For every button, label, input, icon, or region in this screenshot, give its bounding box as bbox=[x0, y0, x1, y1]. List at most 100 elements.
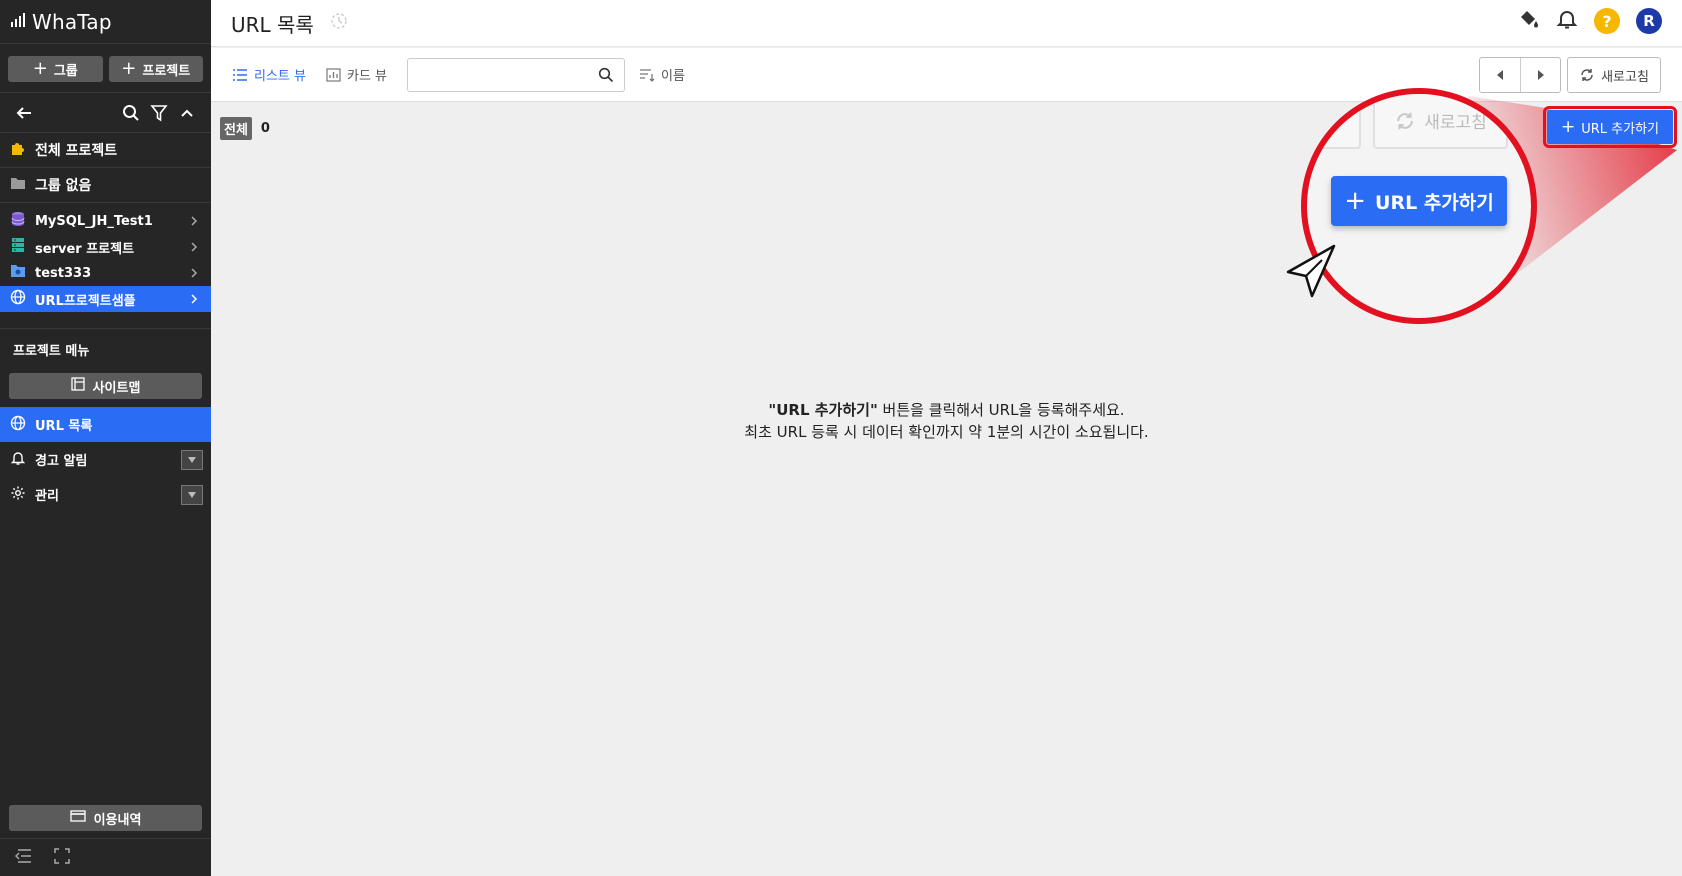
paint-bucket-icon[interactable] bbox=[1518, 8, 1540, 34]
chevron-right-icon bbox=[191, 242, 198, 252]
avatar[interactable]: R bbox=[1636, 8, 1662, 34]
caret-down-icon bbox=[188, 456, 196, 463]
project-name: server 프로젝트 bbox=[35, 241, 135, 257]
plus-icon: + bbox=[121, 58, 137, 79]
refresh-icon bbox=[1581, 69, 1593, 81]
chevron-up-icon[interactable] bbox=[173, 99, 201, 127]
sitemap-button[interactable]: 사이트맵 bbox=[9, 373, 202, 399]
globe-icon bbox=[10, 289, 26, 309]
caret-down-icon bbox=[188, 491, 196, 498]
whatap-logo-icon bbox=[10, 12, 26, 32]
plus-icon: + bbox=[1344, 186, 1367, 216]
caret-right-icon bbox=[1537, 70, 1544, 80]
next-page-button[interactable] bbox=[1520, 58, 1560, 92]
fullscreen-icon[interactable] bbox=[54, 847, 70, 868]
project-menu-title: 프로젝트 메뉴 bbox=[13, 343, 90, 359]
sitemap-label: 사이트맵 bbox=[92, 380, 141, 396]
usage-label: 이용내역 bbox=[93, 812, 142, 828]
menu-item-alerts[interactable]: 경고 알림 bbox=[0, 442, 211, 477]
total-badge: 전체 bbox=[220, 117, 252, 140]
zoom-refresh-label: 새로고침 bbox=[1424, 113, 1487, 133]
project-item-mysql[interactable]: MySQL_JH_Test1 bbox=[0, 208, 211, 234]
empty-line-1-text: 버튼을 클릭해서 URL을 등록해주세요. bbox=[877, 401, 1125, 419]
history-icon[interactable] bbox=[330, 12, 348, 34]
brand[interactable]: WhaTap bbox=[0, 0, 211, 44]
list-view-tab[interactable]: 리스트 뷰 bbox=[232, 65, 306, 84]
menu-item-manage[interactable]: 관리 bbox=[0, 477, 211, 512]
no-group-label: 그룹 없음 bbox=[35, 178, 92, 194]
folder-icon bbox=[10, 176, 26, 194]
empty-bold: "URL 추가하기" bbox=[768, 401, 878, 419]
caret-left-icon bbox=[1497, 70, 1503, 80]
total-count: 0 bbox=[260, 121, 270, 136]
database-icon bbox=[10, 211, 26, 231]
card-view-tab[interactable]: 카드 뷰 bbox=[326, 65, 387, 84]
add-url-label: URL 추가하기 bbox=[1581, 121, 1659, 137]
back-arrow-icon[interactable] bbox=[10, 99, 38, 127]
page-header: URL 목록 ? R bbox=[211, 0, 1682, 47]
project-item-test333[interactable]: test333 bbox=[0, 260, 211, 286]
zoom-pager-fragment bbox=[1307, 94, 1361, 149]
list-view-label: 리스트 뷰 bbox=[254, 69, 306, 84]
add-group-button[interactable]: + 그룹 bbox=[8, 56, 103, 82]
project-list: MySQL_JH_Test1 server 프로젝트 test333 URL프로… bbox=[0, 203, 211, 329]
filter-icon[interactable] bbox=[145, 99, 173, 127]
collapse-sidebar-icon[interactable] bbox=[14, 848, 32, 867]
zoom-refresh-button: 새로고침 bbox=[1373, 94, 1508, 149]
all-projects-label: 전체 프로젝트 bbox=[35, 143, 118, 159]
chevron-right-icon bbox=[191, 268, 198, 278]
expand-dropdown[interactable] bbox=[181, 484, 203, 505]
credit-card-icon bbox=[69, 810, 86, 826]
pager bbox=[1479, 57, 1561, 93]
search-icon[interactable] bbox=[598, 67, 614, 83]
add-project-button[interactable]: + 프로젝트 bbox=[108, 56, 203, 82]
zoom-add-url-button: + URL 추가하기 bbox=[1331, 176, 1507, 226]
gear-icon bbox=[10, 485, 26, 505]
sort-icon bbox=[640, 68, 655, 82]
project-name: test333 bbox=[35, 265, 92, 281]
sort-label: 이름 bbox=[661, 69, 685, 84]
expand-dropdown[interactable] bbox=[181, 449, 203, 470]
chevron-right-icon bbox=[191, 294, 198, 304]
project-name: URL프로젝트샘플 bbox=[35, 293, 136, 309]
menu-item-label: 관리 bbox=[35, 489, 59, 504]
puzzle-icon bbox=[10, 140, 26, 160]
total-counter: 전체 0 bbox=[220, 117, 270, 140]
list-icon bbox=[233, 68, 247, 81]
card-view-label: 카드 뷰 bbox=[346, 69, 387, 84]
brand-name: WhaTap bbox=[32, 9, 112, 34]
mouse-cursor-icon bbox=[1286, 244, 1336, 298]
chevron-right-icon bbox=[191, 216, 198, 226]
plus-icon: + bbox=[32, 58, 48, 79]
all-projects-item[interactable]: 전체 프로젝트 bbox=[0, 133, 211, 168]
help-icon[interactable]: ? bbox=[1594, 8, 1620, 34]
prev-page-button[interactable] bbox=[1480, 58, 1520, 92]
menu-item-label: 경고 알림 bbox=[35, 454, 88, 469]
zoom-add-url-label: URL 추가하기 bbox=[1375, 191, 1494, 214]
empty-line-1: "URL 추가하기" 버튼을 클릭해서 URL을 등록해주세요. bbox=[211, 399, 1682, 421]
project-item-url-sample[interactable]: URL프로젝트샘플 bbox=[0, 286, 211, 312]
add-url-button[interactable]: + URL 추가하기 bbox=[1543, 106, 1677, 148]
folder-gear-icon bbox=[10, 264, 26, 282]
empty-state-message: "URL 추가하기" 버튼을 클릭해서 URL을 등록해주세요. 최초 URL … bbox=[0, 399, 1682, 443]
no-group-item[interactable]: 그룹 없음 bbox=[0, 168, 211, 203]
sort-button[interactable]: 이름 bbox=[639, 65, 685, 84]
search-input[interactable] bbox=[407, 57, 625, 92]
add-group-label: 그룹 bbox=[53, 63, 78, 79]
sitemap-icon bbox=[70, 377, 85, 395]
refresh-button[interactable]: 새로고침 bbox=[1567, 57, 1661, 93]
refresh-label: 새로고침 bbox=[1601, 69, 1649, 85]
chart-icon bbox=[326, 67, 341, 82]
plus-icon: + bbox=[1560, 116, 1576, 137]
empty-line-2: 최초 URL 등록 시 데이터 확인까지 약 1분의 시간이 소요됩니다. bbox=[744, 423, 1149, 441]
bell-icon bbox=[10, 450, 26, 470]
search-icon[interactable] bbox=[117, 99, 145, 127]
notification-bell-icon[interactable] bbox=[1556, 8, 1578, 34]
add-project-label: 프로젝트 bbox=[142, 63, 191, 79]
refresh-icon bbox=[1397, 112, 1414, 129]
project-item-server[interactable]: server 프로젝트 bbox=[0, 234, 211, 260]
usage-button[interactable]: 이용내역 bbox=[9, 805, 202, 831]
project-name: MySQL_JH_Test1 bbox=[35, 213, 153, 229]
server-icon bbox=[10, 237, 26, 257]
page-title: URL 목록 bbox=[231, 12, 314, 37]
